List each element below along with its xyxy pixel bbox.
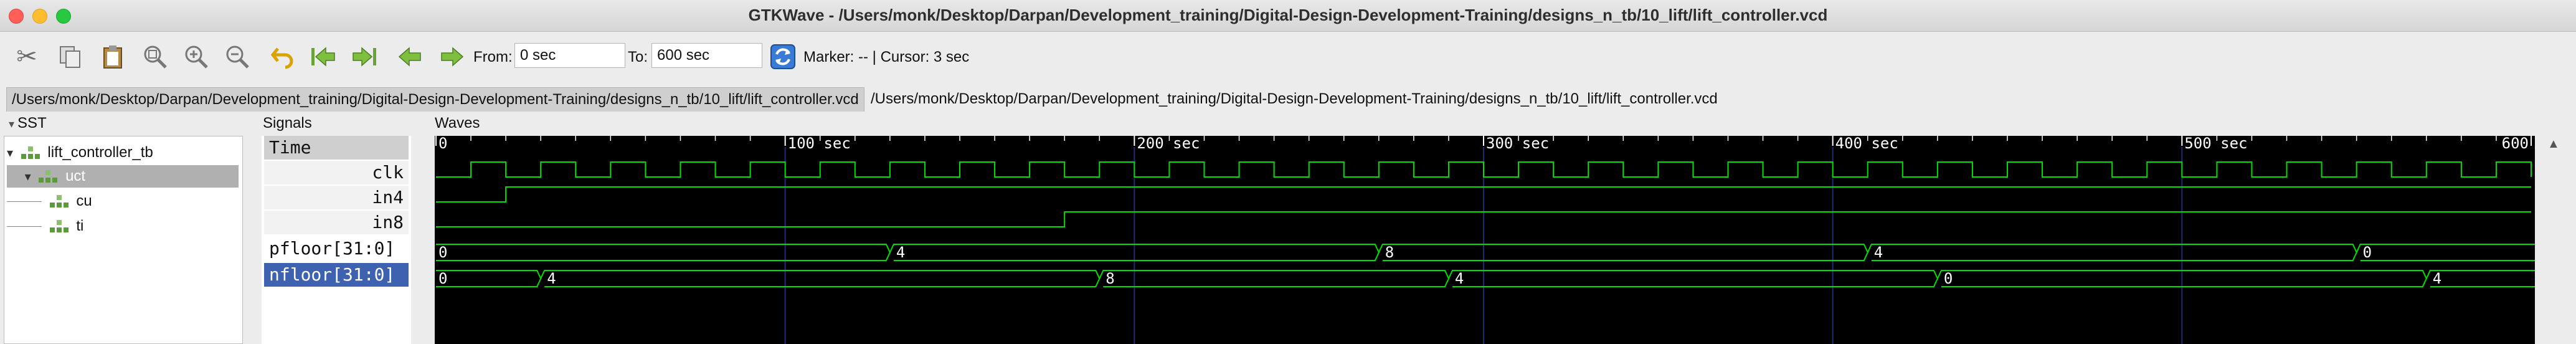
from-time-input[interactable] (514, 43, 625, 68)
to-label: To: (628, 49, 648, 65)
pfloor-value-label: 8 (1385, 244, 1394, 261)
ruler-tick-label: 0 (438, 136, 447, 152)
ruler-tick-label: 200 sec (1137, 136, 1200, 152)
signal-pfloor[interactable]: pfloor[31:0] (264, 237, 409, 260)
to-time-input[interactable] (651, 43, 762, 68)
signal-clk[interactable]: clk (264, 161, 409, 184)
module-icon (21, 146, 40, 159)
copy-icon[interactable] (55, 41, 86, 72)
reload-icon[interactable] (767, 41, 798, 72)
waveform-canvas[interactable]: 0 100 sec 200 sec 300 sec 400 sec 500 sec 600 0… (435, 136, 2535, 344)
cut-icon[interactable]: ✂ (11, 41, 42, 72)
tab-vcd-active[interactable]: /Users/monk/Desktop/Darpan/Development_t… (6, 87, 864, 112)
tree-item-ti[interactable]: ti (7, 215, 239, 237)
tree-item-cu[interactable]: cu (7, 190, 239, 213)
scroll-up-arrow-icon[interactable]: ▲ (2547, 137, 2560, 151)
nfloor-segment (436, 270, 542, 287)
tree-item-label: ti (76, 217, 84, 234)
ruler-tick-label: 500 sec (2184, 136, 2247, 152)
sst-tree: ▾ lift_controller_tb ▾ uct cu ti (4, 136, 243, 344)
expand-arrow-icon[interactable]: ▾ (25, 170, 31, 184)
toolbar: ✂ From: To: Marker: -- | Cursor: 3 sec (0, 32, 2576, 82)
module-icon (49, 219, 69, 232)
zoom-out-icon[interactable] (222, 41, 253, 72)
pfloor-value-label: 4 (896, 244, 905, 261)
nfloor-segment (2425, 270, 2535, 287)
tree-item-lift-controller-tb[interactable]: ▾ lift_controller_tb (7, 141, 239, 164)
ruler-tick-label: 300 sec (1486, 136, 1549, 152)
pfloor-value-label: 4 (1874, 244, 1883, 261)
next-edge-icon[interactable] (436, 41, 467, 72)
pfloor-segment (1867, 244, 2357, 261)
pfloor-value-label: 0 (438, 244, 447, 261)
paste-icon[interactable] (97, 41, 128, 72)
zoom-in-icon[interactable] (181, 41, 212, 72)
nfloor-value-label: 4 (547, 270, 556, 287)
expand-arrow-icon[interactable]: ▾ (7, 146, 13, 160)
vertical-scrollbar[interactable]: ▲ (2535, 136, 2576, 344)
signals-header: Signals (263, 115, 312, 131)
marker-cursor-status: Marker: -- | Cursor: 3 sec (803, 49, 970, 65)
tree-item-label: lift_controller_tb (47, 144, 153, 161)
pfloor-segment (1378, 244, 1868, 261)
tree-item-label: cu (76, 193, 92, 209)
nfloor-segment (540, 270, 1101, 287)
module-icon (39, 170, 58, 183)
window-title: GTKWave - /Users/monk/Desktop/Darpan/Dev… (748, 6, 1828, 24)
tab-vcd[interactable]: /Users/monk/Desktop/Darpan/Development_t… (866, 87, 1723, 111)
file-tabs: /Users/monk/Desktop/Darpan/Development_t… (0, 85, 2576, 113)
signal-in8[interactable]: in8 (264, 211, 409, 234)
tree-item-uct[interactable]: ▾ uct (7, 165, 239, 188)
undo-icon[interactable] (267, 41, 298, 72)
pfloor-segment (436, 244, 891, 261)
nfloor-value-label: 8 (1106, 270, 1114, 287)
expand-arrow-icon: ▾ (9, 118, 18, 130)
waves-header: Waves (435, 115, 480, 131)
nfloor-segment (1448, 270, 1938, 287)
ruler-tick-label: 400 sec (1835, 136, 1898, 152)
signals-list: Time clk in4 in8 pfloor[31:0] nfloor[31:… (262, 136, 411, 344)
ruler-tick-label: 600 (2502, 136, 2529, 152)
jump-end-icon[interactable] (349, 41, 380, 72)
waves-pane[interactable]: 0 100 sec 200 sec 300 sec 400 sec 500 sec 600 0… (435, 136, 2535, 344)
jump-start-icon[interactable] (308, 41, 339, 72)
prev-edge-icon[interactable] (395, 41, 426, 72)
pfloor-segment (2356, 244, 2535, 261)
nfloor-value-label: 4 (2433, 270, 2441, 287)
pfloor-value-label: 0 (2363, 244, 2372, 261)
module-icon (49, 194, 69, 208)
signal-nfloor[interactable]: nfloor[31:0] (264, 263, 409, 287)
zoom-fit-icon[interactable] (140, 41, 171, 72)
signal-in4[interactable]: in4 (264, 186, 409, 209)
tree-item-label: uct (65, 168, 86, 184)
nfloor-value-label: 4 (1455, 270, 1464, 287)
signal-time[interactable]: Time (264, 136, 409, 160)
from-label: From: (473, 49, 513, 65)
window-titlebar: GTKWave - /Users/monk/Desktop/Darpan/Dev… (0, 0, 2576, 32)
nfloor-value-label: 0 (1944, 270, 1953, 287)
sst-header[interactable]: ▾ SST (9, 115, 47, 132)
clk-waveform (436, 161, 2532, 178)
nfloor-value-label: 0 (438, 270, 447, 287)
nfloor-segment (1099, 270, 1450, 287)
ruler-tick-label: 100 sec (788, 136, 851, 152)
